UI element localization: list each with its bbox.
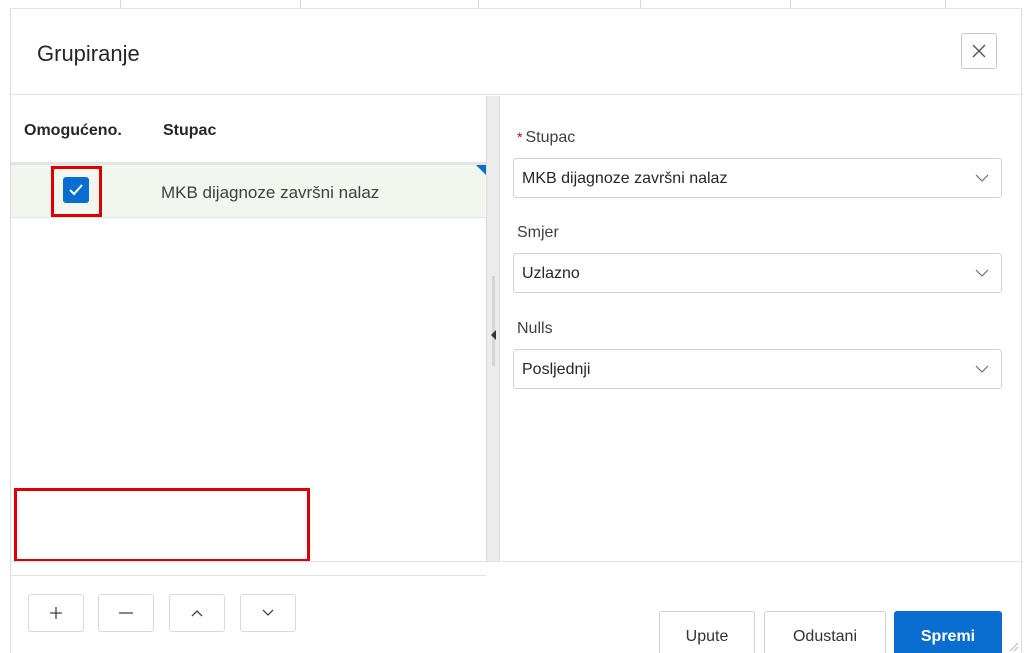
chevron-down-icon xyxy=(975,365,989,373)
divider xyxy=(945,0,946,8)
close-icon xyxy=(972,44,986,58)
close-button[interactable] xyxy=(961,33,997,69)
divider xyxy=(300,0,301,8)
highlight-enabled-checkbox xyxy=(51,166,102,217)
selected-row-marker xyxy=(476,165,486,175)
group-detail-pane: * Stupac MKB dijagnoze završni nalaz Smje… xyxy=(501,96,1021,561)
direction-select[interactable]: Uzlazno xyxy=(513,253,1002,293)
column-header-column[interactable]: Stupac xyxy=(163,122,216,140)
divider xyxy=(640,0,641,8)
divider xyxy=(478,0,479,8)
save-button[interactable]: Spremi xyxy=(894,611,1002,653)
collapse-arrow-icon[interactable] xyxy=(491,330,496,340)
column-field-label: * Stupac xyxy=(517,129,575,147)
grid-header: Omogućeno. Stupac xyxy=(11,96,486,162)
nulls-select-value: Posljednji xyxy=(522,361,591,378)
chevron-down-icon xyxy=(975,269,989,277)
nulls-select[interactable]: Posljednji xyxy=(513,349,1002,389)
direction-select-value: Uzlazno xyxy=(522,265,580,282)
dialog-header: Grupiranje xyxy=(11,9,1021,95)
dialog-footer: Upute Odustani Spremi xyxy=(11,561,1021,653)
grouping-dialog: Grupiranje Omogućeno. Stupac MKB dijagno… xyxy=(10,8,1022,653)
column-select[interactable]: MKB dijagnoze završni nalaz xyxy=(513,158,1002,198)
nulls-field-label: Nulls xyxy=(517,320,553,337)
dialog-title: Grupiranje xyxy=(37,41,140,66)
pane-splitter[interactable] xyxy=(486,96,500,561)
direction-field-label: Smjer xyxy=(517,224,559,241)
splitter-handle[interactable] xyxy=(492,276,495,366)
help-button[interactable]: Upute xyxy=(659,611,755,653)
divider xyxy=(120,0,121,8)
row-column-name: MKB dijagnoze završni nalaz xyxy=(161,183,380,202)
required-marker: * xyxy=(517,129,523,145)
cancel-button[interactable]: Odustani xyxy=(764,611,886,653)
column-label-text: Stupac xyxy=(525,129,576,146)
divider xyxy=(790,0,791,8)
background-strip xyxy=(0,0,1028,8)
column-header-enabled[interactable]: Omogućeno. xyxy=(24,122,122,140)
column-select-value: MKB dijagnoze završni nalaz xyxy=(522,170,728,187)
chevron-down-icon xyxy=(975,174,989,182)
resize-grip-icon[interactable] xyxy=(1009,642,1019,652)
highlight-toolbar-buttons xyxy=(14,488,310,562)
